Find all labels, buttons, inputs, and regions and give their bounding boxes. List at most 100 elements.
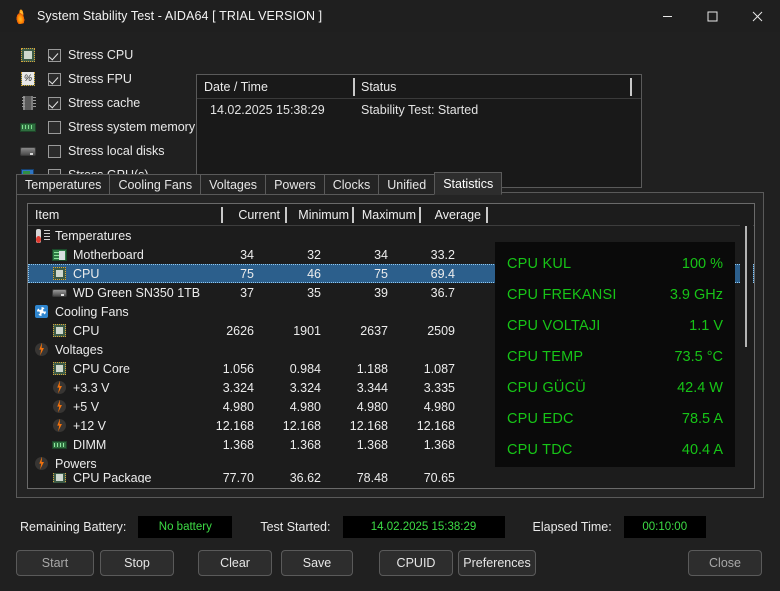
- stress-memory-label: Stress system memory: [68, 120, 196, 134]
- row-maximum: 1.188: [356, 361, 388, 376]
- event-log-panel[interactable]: Date / Time Status 14.02.2025 15:38:29 S…: [196, 74, 642, 188]
- start-button[interactable]: Start: [16, 550, 94, 576]
- row-label: CPU: [73, 266, 100, 281]
- dimm-icon: [52, 438, 68, 452]
- cpu-icon: [20, 47, 36, 63]
- stress-disks-checkbox[interactable]: [48, 144, 61, 158]
- log-column-status[interactable]: Status: [354, 75, 641, 98]
- stop-button[interactable]: Stop: [100, 550, 174, 576]
- stress-option-fpu[interactable]: Stress FPU: [20, 68, 200, 90]
- tab-unified[interactable]: Unified: [378, 174, 436, 195]
- table-scrollbar-thumb[interactable]: [745, 226, 747, 347]
- row-maximum: 75: [374, 266, 388, 281]
- row-maximum: 4.980: [356, 399, 388, 414]
- osd-row-cpu-power: CPU GÜCÜ 42.4 W: [507, 372, 723, 403]
- chip-icon: [52, 323, 68, 338]
- table-row[interactable]: CPU Package 77.70 36.62 78.48 70.65: [28, 473, 754, 483]
- row-minimum: 36.62: [289, 473, 321, 483]
- osd-value: 73.5 °C: [674, 348, 723, 365]
- stress-memory-checkbox[interactable]: [48, 120, 61, 134]
- top-area: Stress CPU Stress FPU Stress cache Stres…: [0, 32, 780, 188]
- column-minimum[interactable]: Minimum: [291, 204, 349, 226]
- tab-cooling-fans[interactable]: Cooling Fans: [109, 174, 202, 195]
- title-bar[interactable]: System Stability Test - AIDA64 [ TRIAL V…: [0, 0, 780, 32]
- row-average: 36.7: [430, 285, 455, 300]
- log-row-datetime: 14.02.2025 15:38:29: [210, 103, 325, 117]
- row-minimum: 46: [307, 266, 321, 281]
- row-minimum: 32: [307, 247, 321, 262]
- event-log-header: Date / Time Status: [197, 75, 641, 99]
- stress-fpu-label: Stress FPU: [68, 72, 132, 86]
- stress-fpu-checkbox[interactable]: [48, 72, 61, 86]
- column-divider-2[interactable]: [285, 207, 287, 223]
- row-average: 3.335: [423, 380, 455, 395]
- column-maximum[interactable]: Maximum: [358, 204, 416, 226]
- log-column-divider-2[interactable]: [630, 78, 632, 96]
- close-icon[interactable]: [735, 0, 780, 32]
- column-current[interactable]: Current: [226, 204, 280, 226]
- chip-icon: [52, 266, 68, 281]
- osd-value: 40.4 A: [681, 441, 723, 458]
- osd-row-cpu-frequency: CPU FREKANSI 3.9 GHz: [507, 279, 723, 310]
- osd-value: 1.1 V: [689, 317, 723, 334]
- column-divider-5[interactable]: [486, 207, 488, 223]
- window-controls: [645, 0, 780, 32]
- preferences-button[interactable]: Preferences: [458, 550, 536, 576]
- row-label: +3.3 V: [73, 380, 110, 395]
- column-divider-3[interactable]: [352, 207, 354, 223]
- column-item[interactable]: Item: [35, 204, 59, 226]
- column-divider-4[interactable]: [419, 207, 421, 223]
- stress-option-cache[interactable]: Stress cache: [20, 92, 200, 114]
- osd-row-cpu-usage: CPU KUL 100 %: [507, 248, 723, 279]
- row-maximum: 12.168: [349, 418, 388, 433]
- fpu-icon: [20, 71, 36, 87]
- row-current: 37: [240, 285, 254, 300]
- tab-statistics[interactable]: Statistics: [434, 172, 503, 195]
- row-current: 12.168: [215, 418, 254, 433]
- clear-button[interactable]: Clear: [198, 550, 272, 576]
- row-current: 2626: [226, 323, 254, 338]
- row-current: 1.056: [222, 361, 254, 376]
- row-current: 1.368: [222, 437, 254, 452]
- osd-label: CPU TEMP: [507, 348, 584, 365]
- osd-label: CPU KUL: [507, 255, 572, 272]
- row-maximum: 2637: [360, 323, 388, 338]
- stress-option-memory[interactable]: Stress system memory: [20, 116, 200, 138]
- log-row[interactable]: 14.02.2025 15:38:29 Stability Test: Star…: [197, 99, 641, 121]
- stress-option-cpu[interactable]: Stress CPU: [20, 44, 200, 66]
- table-scrollbar[interactable]: [740, 205, 753, 487]
- stress-cpu-checkbox[interactable]: [48, 48, 61, 62]
- tab-powers[interactable]: Powers: [265, 174, 325, 195]
- stress-cpu-label: Stress CPU: [68, 48, 134, 62]
- row-label: DIMM: [73, 437, 107, 452]
- cpuid-button[interactable]: CPUID: [379, 550, 453, 576]
- osd-label: CPU TDC: [507, 441, 573, 458]
- row-minimum: 0.984: [289, 361, 321, 376]
- tab-bar: Temperatures Cooling Fans Voltages Power…: [16, 172, 503, 195]
- status-strip: Remaining Battery: No battery Test Start…: [0, 512, 780, 542]
- osd-value: 3.9 GHz: [669, 286, 723, 303]
- row-maximum: 1.368: [356, 437, 388, 452]
- chip-icon: [52, 473, 68, 483]
- cache-icon: [20, 95, 36, 111]
- close-button[interactable]: Close: [688, 550, 762, 576]
- tab-clocks[interactable]: Clocks: [323, 174, 380, 195]
- column-average[interactable]: Average: [425, 204, 481, 226]
- maximize-icon[interactable]: [690, 0, 735, 32]
- row-maximum: 39: [374, 285, 388, 300]
- save-button[interactable]: Save: [281, 550, 353, 576]
- log-column-datetime[interactable]: Date / Time: [197, 75, 354, 98]
- row-maximum: 78.48: [356, 473, 388, 483]
- tab-temperatures[interactable]: Temperatures: [16, 174, 111, 195]
- stress-cache-checkbox[interactable]: [48, 96, 61, 110]
- stress-option-disks[interactable]: Stress local disks: [20, 140, 200, 162]
- log-column-divider-1[interactable]: [353, 78, 355, 96]
- row-label: Cooling Fans: [55, 304, 129, 319]
- column-divider-1[interactable]: [221, 207, 223, 223]
- osd-label: CPU FREKANSI: [507, 286, 617, 303]
- motherboard-icon: [52, 248, 68, 262]
- tab-voltages[interactable]: Voltages: [200, 174, 267, 195]
- minimize-icon[interactable]: [645, 0, 690, 32]
- memory-icon: [20, 119, 36, 135]
- row-current: 75: [240, 266, 254, 281]
